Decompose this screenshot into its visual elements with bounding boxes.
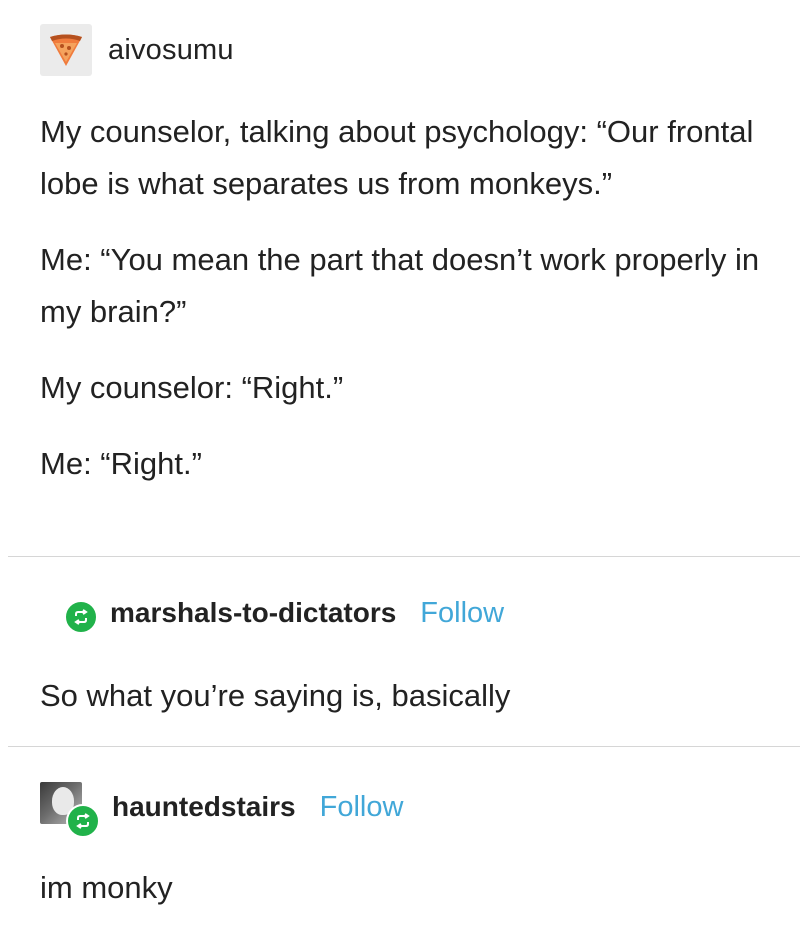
reblog-text: So what you’re saying is, basically — [40, 678, 511, 713]
original-post-body: My counselor, talking about psychology: … — [40, 106, 760, 514]
post-paragraph: My counselor, talking about psychology: … — [40, 114, 754, 201]
divider — [8, 746, 800, 747]
post-paragraph: My counselor: “Right.” — [40, 370, 344, 405]
reblog-icon — [76, 813, 90, 829]
reblog-icon — [74, 609, 88, 625]
reblog-badge — [64, 600, 98, 634]
post-paragraph: Me: “You mean the part that doesn’t work… — [40, 242, 760, 329]
reblog-text: im monky — [40, 870, 173, 905]
original-poster-username[interactable]: aivosumu — [108, 34, 234, 67]
reblog-header: marshals-to-dictators Follow — [62, 588, 504, 638]
follow-button[interactable]: Follow — [320, 791, 404, 824]
reblog-avatar[interactable] — [40, 782, 100, 838]
reblogger-username[interactable]: hauntedstairs — [112, 791, 296, 823]
reblog-avatar[interactable] — [62, 590, 102, 636]
reblogger-username[interactable]: marshals-to-dictators — [110, 597, 396, 629]
original-post-header: aivosumu — [40, 22, 234, 78]
pizza-avatar[interactable] — [40, 24, 92, 76]
divider — [8, 556, 800, 557]
post-paragraph: Me: “Right.” — [40, 446, 202, 481]
reblog-header: hauntedstairs Follow — [40, 782, 404, 838]
follow-button[interactable]: Follow — [420, 597, 504, 630]
pizza-slice-icon — [50, 34, 82, 66]
reblog-badge — [66, 804, 100, 838]
